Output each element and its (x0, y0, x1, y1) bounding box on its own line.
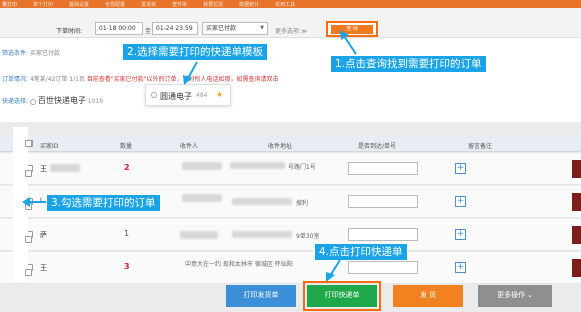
filter-condition-label: 筛选条件: (2, 50, 29, 57)
row-checkbox[interactable] (25, 236, 32, 243)
col-remark: 留言备注 (468, 143, 493, 150)
more-actions-button[interactable]: 更多操作 ⌄ (478, 285, 552, 307)
quantity: 3 (124, 262, 130, 271)
order-status-value: 买家已付款 (206, 25, 237, 32)
callout-step-1: 1.点击查询找到需要打印的订单 (330, 55, 487, 73)
buyer-id: 萨 (40, 231, 47, 239)
col-address: 收件地址 (268, 143, 293, 150)
order-status-row: 订单情况: 4笔某/42订单 1/1页 目前查看"买家已付款"以外的订单，请对所… (2, 74, 278, 83)
col-tracking: 是否到达/单号 (358, 143, 397, 150)
blurred-address (232, 198, 292, 205)
chevron-down-icon: ▼ (260, 25, 264, 31)
table-header: 买家ID 数量 收件人 收件地址 是否到达/单号 留言备注 (0, 136, 581, 152)
print-express-button[interactable]: 打印快递单 (307, 285, 377, 307)
select-all-checkbox[interactable] (25, 140, 32, 147)
order-count: 4笔某/42订单 1/1页 (29, 76, 85, 83)
quantity: 1 (124, 229, 130, 238)
arrow-step-2 (183, 61, 198, 85)
add-icon[interactable]: + (455, 262, 466, 273)
blurred-buyer (50, 164, 80, 172)
row-checkbox[interactable] (25, 170, 32, 177)
filter-condition-value: 买家已付款 (29, 50, 60, 57)
product-thumbnail (572, 193, 581, 211)
express-select-label: 快递选择: (2, 98, 29, 105)
add-icon[interactable]: + (455, 196, 466, 207)
col-buyer-id: 买家ID (40, 143, 59, 150)
row-checkbox[interactable] (25, 269, 32, 276)
nav-item-batch-print[interactable]: 量打印 (0, 1, 25, 8)
table-row[interactable]: 王 3 中意大在一约 现和太林市 宿城区 怀仙阳 + (0, 252, 581, 284)
product-thumbnail (572, 160, 581, 178)
tracking-input[interactable] (348, 261, 418, 274)
blurred-address (230, 162, 285, 169)
nav-item-tools[interactable]: 实用工具 (267, 1, 303, 8)
template-name: 圆通电子 (160, 92, 192, 101)
more-options-link[interactable]: 更多选项 ≫ (275, 26, 307, 35)
tracking-input[interactable] (348, 195, 418, 208)
add-icon[interactable]: + (455, 163, 466, 174)
order-status-label: 订单情况: (2, 76, 29, 83)
order-table: 买家ID 数量 收件人 收件地址 是否到达/单号 留言备注 王 2 号路门1号 … (0, 136, 581, 296)
express-radio[interactable] (29, 98, 36, 105)
filter-condition-row: 筛选条件: 买家已付款 (2, 48, 60, 57)
nav-item-global-config[interactable]: 全局配置 (97, 1, 133, 8)
table-row[interactable]: 王 2 号路门1号 + (0, 153, 581, 185)
print-invoice-button[interactable]: 打印发货单 (226, 285, 296, 307)
template-option-yto[interactable]: 圆通电子 484 ★ (145, 84, 231, 106)
callout-step-2: 2.选择需要打印的快递单模板 (122, 43, 269, 61)
date-start-input[interactable]: 01-18 00:00 (95, 22, 143, 35)
express-template-count: 1018 (87, 98, 104, 105)
date-end-input[interactable]: 01-24 23:59 (152, 22, 198, 35)
quantity: 2 (124, 163, 130, 172)
buyer-id: 王 (40, 264, 47, 272)
address: 号路门1号 (288, 164, 316, 171)
nav-item-basic-settings[interactable]: 基础设置 (61, 1, 97, 8)
filter-toolbar: 下单时间: 01-18 00:00 至 01-24 23:59 买家已付款 ▼ … (0, 8, 581, 38)
order-time-label: 下单时间: (56, 28, 83, 35)
blurred-address (232, 231, 292, 238)
arrow-step-1 (340, 30, 357, 55)
tracking-input[interactable] (348, 162, 418, 175)
address: 9单30室 (296, 233, 320, 240)
table-row[interactable]: 萨 1 9单30室 + (0, 219, 581, 251)
col-quantity: 数量 (120, 143, 133, 150)
blurred-recipient (182, 194, 222, 202)
star-icon: ★ (216, 90, 224, 99)
date-separator: 至 (145, 28, 152, 35)
ship-button[interactable]: 发 货 (393, 285, 463, 307)
address: 中意大在一约 现和太林市 宿城区 怀仙阳 (185, 261, 293, 268)
add-icon[interactable]: + (455, 229, 466, 240)
address: 搜利 (296, 200, 309, 207)
express-template-name[interactable]: 百世快递电子 (38, 96, 86, 105)
col-recipient: 收件人 (180, 143, 199, 150)
product-thumbnail (572, 226, 581, 244)
top-nav: 量打印 单个打印 基础设置 全局配置 发货单 查件单 我要拉货 数据统计 实用工… (0, 0, 581, 8)
buyer-id: 王 (40, 165, 47, 173)
nav-item-stats[interactable]: 数据统计 (231, 1, 267, 8)
tracking-input[interactable] (348, 228, 418, 241)
nav-item-pickup[interactable]: 我要拉货 (195, 1, 231, 8)
arrow-step-3 (22, 197, 46, 207)
callout-step-3: 3.勾选需要打印的订单 (46, 194, 161, 212)
blurred-recipient (182, 162, 222, 170)
template-count: 484 (196, 92, 208, 99)
blurred-recipient (180, 231, 218, 239)
nav-item-lookup[interactable]: 查件单 (164, 1, 195, 8)
express-select-row: 快递选择: 百世快递电子 1018 (2, 95, 103, 106)
nav-item-invoice[interactable]: 发货单 (133, 1, 164, 8)
product-thumbnail (572, 259, 581, 277)
template-radio[interactable] (151, 92, 157, 98)
order-status-select[interactable]: 买家已付款 ▼ (202, 22, 268, 35)
nav-item-single-print[interactable]: 单个打印 (25, 1, 61, 8)
